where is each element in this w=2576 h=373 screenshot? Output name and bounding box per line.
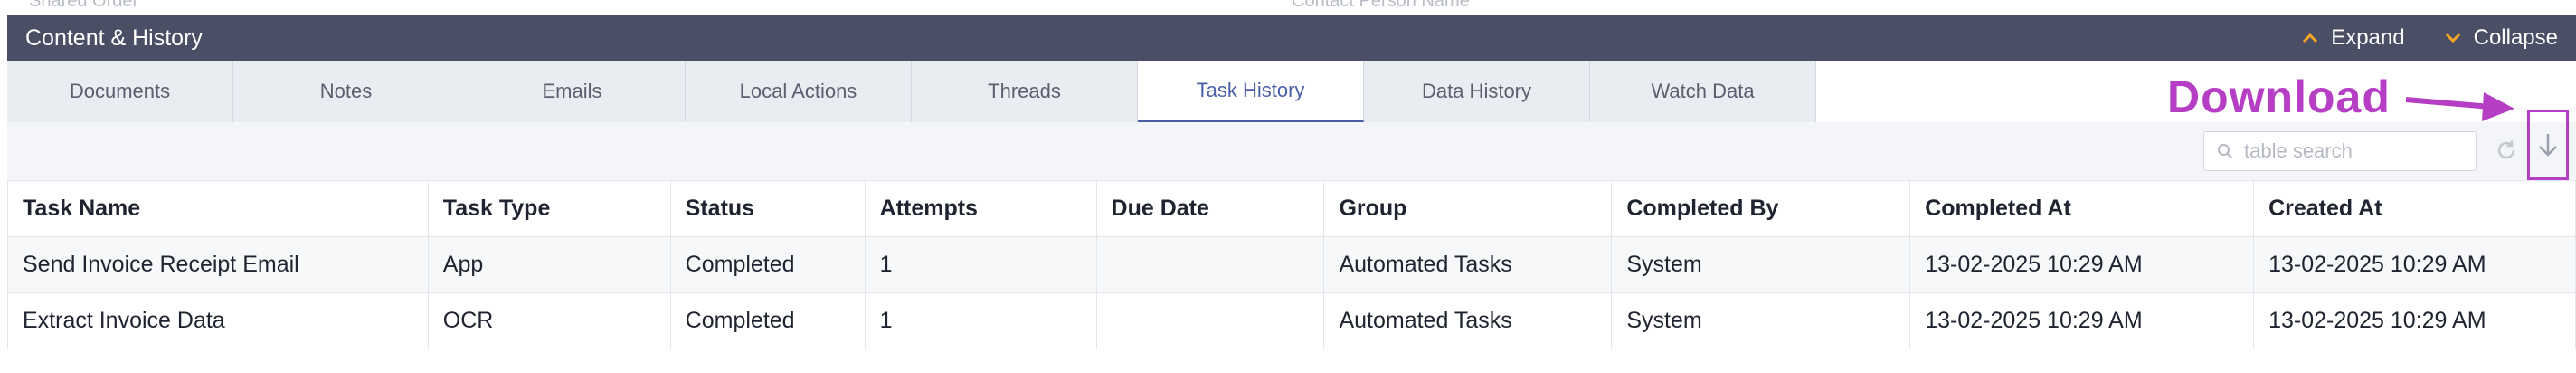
tab-data-history[interactable]: Data History <box>1364 61 1590 122</box>
task-history-table: Task Name Task Type Status Attempts Due Date… <box>7 180 2576 349</box>
panel-header: Content & History Expand Collapse <box>7 15 2576 61</box>
table-row[interactable]: Extract Invoice Data OCR Completed 1 Automat… <box>7 292 2576 349</box>
table-cell: 1 <box>864 292 1097 349</box>
download-annotation-label: Download <box>2167 72 2391 122</box>
field-label-contact-person: Contact Person Name <box>1292 0 1470 11</box>
table-cell: Extract Invoice Data <box>7 292 429 349</box>
table-row[interactable]: Send Invoice Receipt Email App Completed 1 A… <box>7 236 2576 293</box>
table-cell: Send Invoice Receipt Email <box>7 236 429 293</box>
header-actions: Expand Collapse <box>2262 25 2558 51</box>
column-header-group[interactable]: Group <box>1323 180 1613 237</box>
content-history-panel: Content & History Expand Collapse Docume… <box>7 15 2576 349</box>
table-cell: 1 <box>864 236 1097 293</box>
column-header-task-type[interactable]: Task Type <box>427 180 671 237</box>
table-cell: 13-02-2025 10:29 AM <box>2253 236 2576 293</box>
table-cell: System <box>1611 236 1911 293</box>
table-cell: OCR <box>427 292 671 349</box>
table-cell: Automated Tasks <box>1323 236 1613 293</box>
table-search-input[interactable] <box>2242 139 2468 164</box>
table-cell: Completed <box>669 236 866 293</box>
table-cell: Completed <box>669 292 866 349</box>
chevron-down-icon <box>2445 33 2460 43</box>
column-header-task-name[interactable]: Task Name <box>7 180 429 237</box>
table-cell: Automated Tasks <box>1323 292 1613 349</box>
chevron-up-icon <box>2303 33 2318 43</box>
tab-documents[interactable]: Documents <box>7 61 233 122</box>
refresh-icon <box>2497 140 2515 159</box>
table-toolbar <box>7 110 2576 180</box>
tab-notes[interactable]: Notes <box>233 61 459 122</box>
table-cell: 13-02-2025 10:29 AM <box>1909 292 2255 349</box>
table-search[interactable] <box>2203 131 2477 171</box>
collapse-label: Collapse <box>2473 25 2558 50</box>
column-header-completed-by[interactable]: Completed By <box>1611 180 1911 237</box>
table-cell <box>1095 292 1325 349</box>
panel-title: Content & History <box>25 24 203 51</box>
tab-watch-data[interactable]: Watch Data <box>1590 61 1816 122</box>
tab-threads[interactable]: Threads <box>912 61 1138 122</box>
tab-task-history[interactable]: Task History <box>1138 61 1364 122</box>
download-button[interactable] <box>2527 110 2569 180</box>
tab-emails[interactable]: Emails <box>459 61 686 122</box>
table-cell: 13-02-2025 10:29 AM <box>2253 292 2576 349</box>
table-cell: 13-02-2025 10:29 AM <box>1909 236 2255 293</box>
column-header-created-at[interactable]: Created At <box>2253 180 2576 237</box>
refresh-button[interactable] <box>2495 139 2518 167</box>
field-label-shared-order: Shared Order <box>29 0 139 11</box>
table-cell: App <box>427 236 671 293</box>
expand-label: Expand <box>2331 25 2405 50</box>
column-header-status[interactable]: Status <box>669 180 866 237</box>
cut-off-fields: Shared Order Contact Person Name <box>0 0 2576 16</box>
column-header-completed-at[interactable]: Completed At <box>1909 180 2255 237</box>
table-cell <box>1095 236 1325 293</box>
tab-local-actions[interactable]: Local Actions <box>686 61 912 122</box>
column-header-due-date[interactable]: Due Date <box>1095 180 1325 237</box>
table-cell: System <box>1611 292 1911 349</box>
column-header-attempts[interactable]: Attempts <box>864 180 1097 237</box>
expand-button[interactable]: Expand <box>2302 25 2405 51</box>
arrow-down-icon <box>2539 134 2557 157</box>
search-icon <box>2218 144 2232 158</box>
table-header-row: Task Name Task Type Status Attempts Due Date… <box>7 180 2576 237</box>
table-body: Send Invoice Receipt Email App Completed 1 A… <box>7 236 2576 349</box>
collapse-button[interactable]: Collapse <box>2445 25 2558 51</box>
annotation-arrow-icon <box>2405 92 2514 121</box>
